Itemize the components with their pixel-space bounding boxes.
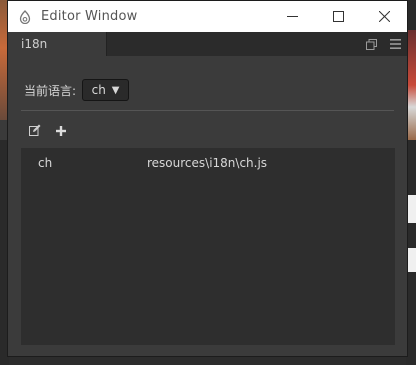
maximize-icon: [332, 7, 344, 26]
language-list: ch resources\i18n\ch.js: [21, 148, 395, 345]
minimize-icon: [286, 7, 298, 26]
language-select[interactable]: ch ▼: [82, 79, 130, 101]
tab-i18n[interactable]: i18n: [8, 32, 107, 56]
caret-down-icon: ▼: [111, 84, 120, 96]
editor-window: Editor Window i18n 当前语言: ch ▼ ch resourc…: [7, 0, 408, 357]
close-icon: [378, 7, 390, 26]
window-controls: [269, 1, 407, 32]
tab-strip: i18n: [8, 32, 407, 56]
add-button[interactable]: [54, 123, 68, 137]
tab-label: i18n: [21, 37, 48, 51]
language-file-path: resources\i18n\ch.js: [147, 156, 268, 170]
tab-tools: [365, 32, 401, 56]
menu-icon[interactable]: [389, 38, 401, 50]
divider: [21, 110, 394, 111]
popout-icon[interactable]: [365, 38, 377, 50]
language-select-value: ch: [91, 83, 106, 97]
window-title: Editor Window: [41, 9, 138, 24]
edit-icon: [29, 121, 41, 140]
minimize-button[interactable]: [269, 1, 315, 32]
app-logo-icon: [18, 9, 32, 24]
list-item[interactable]: ch resources\i18n\ch.js: [21, 153, 395, 173]
list-toolbar: [28, 122, 68, 138]
i18n-panel: 当前语言: ch ▼ ch resources\i18n\ch.js: [8, 56, 407, 356]
current-language-label: 当前语言:: [24, 83, 77, 98]
language-key: ch: [38, 156, 53, 170]
plus-icon: [56, 121, 66, 140]
close-button[interactable]: [361, 1, 407, 32]
maximize-button[interactable]: [315, 1, 361, 32]
edit-button[interactable]: [28, 123, 42, 137]
title-bar[interactable]: Editor Window: [8, 1, 407, 32]
current-language-row: 当前语言: ch ▼: [24, 78, 130, 102]
